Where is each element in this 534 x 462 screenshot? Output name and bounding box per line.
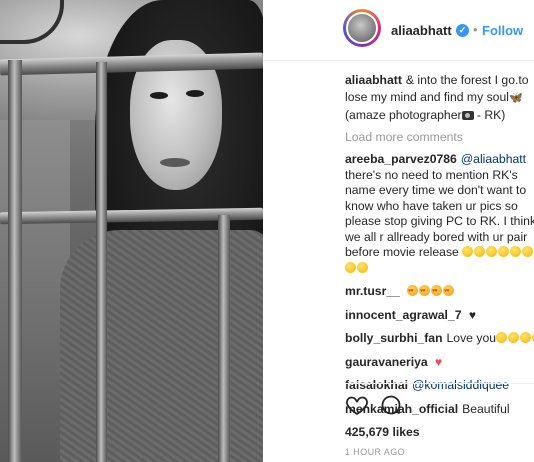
comment-text: Love you [446, 331, 496, 345]
caption-username[interactable]: aliaabhatt [345, 73, 402, 87]
post-side-panel: aliaabhatt ✓ • Follow aliaabhatt & into t… [263, 0, 534, 462]
avatar-story-ring[interactable] [343, 9, 381, 47]
comment-mention[interactable]: @komalsiddiquee [412, 378, 509, 392]
gate-post-left [8, 60, 22, 462]
comment-username[interactable]: areeba_parvez0786 [345, 152, 457, 166]
comment-username[interactable]: faisalokhai [345, 378, 408, 392]
comment-item: areeba_parvez0786 @aliaabhatt there's no … [345, 152, 534, 276]
comment-item: innocent_agrawal_7 ♥ [345, 308, 534, 324]
gate-post-center [96, 62, 107, 462]
worried-face-emoji-icon [462, 246, 474, 257]
photo-eye-right [186, 90, 204, 97]
heart-outline-icon[interactable] [345, 393, 369, 417]
comments-list: aliaabhatt & into the forest I go.to lose… [345, 72, 534, 417]
actions-divider [345, 383, 534, 384]
camera-emoji-icon [461, 111, 474, 120]
comment-item: menkamiah_official Beautiful [345, 402, 534, 418]
heart-eyes-emoji-icon [419, 284, 431, 300]
photo-denim-jacket [60, 230, 263, 462]
worried-face-emoji-icon [498, 246, 510, 257]
comment-username[interactable]: gauravaneriya [345, 355, 428, 369]
black-heart-emoji-icon: ♥ [468, 307, 477, 322]
likes-count[interactable]: 425,679 likes [345, 425, 420, 439]
worried-face-emoji-icon [510, 246, 522, 257]
comment-item: bolly_surbhi_fan Love you [345, 331, 534, 347]
caption: aliaabhatt & into the forest I go.to lose… [345, 72, 534, 124]
post-photo[interactable] [0, 0, 263, 462]
caption-text-2: (amaze photographer [345, 108, 462, 122]
comment-text: there's no need to mention RK's name eve… [345, 167, 534, 260]
post-timestamp[interactable]: 1 HOUR AGO [345, 447, 405, 457]
comment-item: gauravaneriya ♥ [345, 355, 534, 371]
comment-username[interactable]: innocent_agrawal_7 [345, 308, 462, 322]
heart-eyes-emoji-icon [431, 284, 443, 300]
worried-face-emoji-icon [345, 261, 356, 273]
worried-face-emoji-icon [522, 246, 534, 257]
butterfly-emoji-icon: 🦋 [508, 92, 523, 104]
comment-username[interactable]: bolly_surbhi_fan [345, 331, 443, 345]
red-heart-emoji-icon: ♥ [435, 354, 443, 369]
comment-username[interactable]: mr.tusr__ [345, 284, 400, 298]
header-username[interactable]: aliaabhatt [391, 23, 452, 38]
verified-badge-icon: ✓ [456, 24, 469, 37]
comment-mention[interactable]: @aliaabhatt [461, 152, 526, 166]
header-separator: • [473, 22, 478, 37]
comment-item: mr.tusr__ [345, 284, 534, 300]
heart-eyes-emoji-icon [407, 284, 419, 300]
speech-bubble-icon[interactable] [379, 393, 403, 417]
comment-text: Beautiful [462, 401, 510, 416]
heart-eyes-emoji-icon [443, 284, 455, 300]
smiling-face-emoji-icon [520, 332, 531, 343]
smiling-face-emoji-icon [496, 332, 507, 343]
load-more-comments-button[interactable]: Load more comments [345, 130, 534, 144]
caption-text-3: - RK) [476, 108, 506, 122]
follow-button[interactable]: Follow [482, 23, 523, 38]
worried-face-emoji-icon [357, 261, 368, 273]
worried-face-emoji-icon [486, 246, 498, 257]
comment-item: faisalokhai @komalsiddiquee [345, 378, 534, 394]
worried-face-emoji-icon [474, 246, 486, 257]
avatar[interactable] [346, 12, 378, 44]
gate-post-right [218, 215, 230, 462]
post-header: aliaabhatt ✓ • Follow [263, 0, 534, 61]
smiling-face-emoji-icon [508, 332, 519, 343]
photo-lips [160, 158, 190, 167]
photo-eye-left [150, 92, 168, 99]
